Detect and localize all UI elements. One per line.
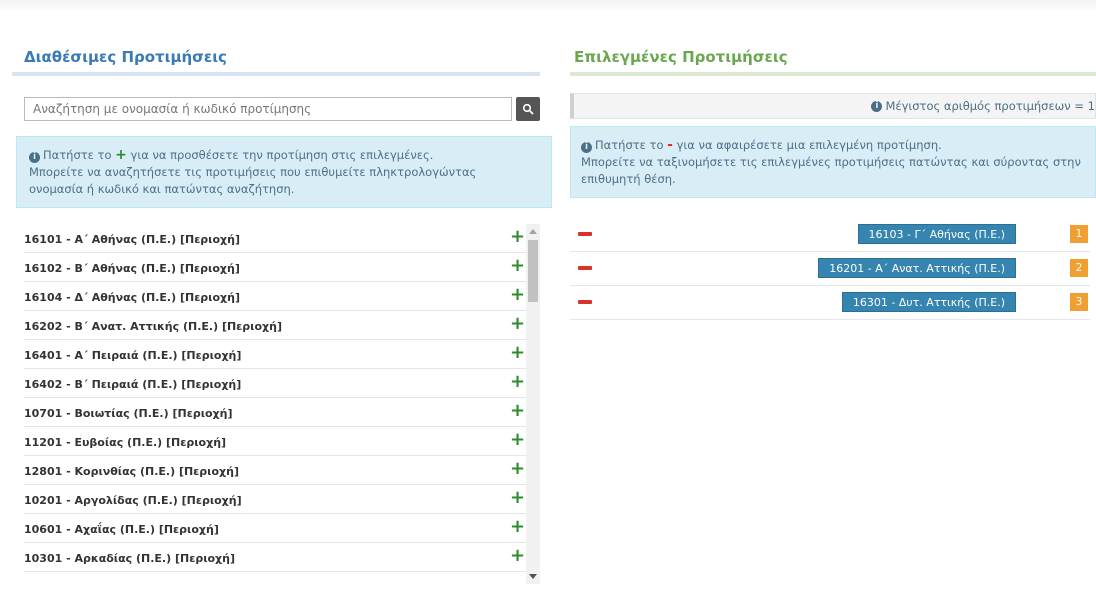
available-info-box: i Πατήστε το + για να προσθέσετε την προτ… xyxy=(16,136,552,208)
available-info-prefix: Πατήστε το xyxy=(43,148,112,162)
list-item[interactable]: 16104 - Δ΄ Αθήνας (Π.Ε.) [Περιοχή] + xyxy=(24,282,526,311)
list-item[interactable]: 11201 - Ευβοίας (Π.Ε.) [Περιοχή] + xyxy=(24,427,526,456)
add-plus-icon[interactable]: + xyxy=(510,460,525,478)
selected-title-rule xyxy=(570,72,1096,76)
selected-info-box: i Πατήστε το - για να αφαιρέσετε μια επιλ… xyxy=(570,126,1096,198)
list-item-label: 10201 - Αργολίδας (Π.Ε.) [Περιοχή] xyxy=(24,493,242,507)
selected-item-tag[interactable]: 16301 - Δυτ. Αττικής (Π.Ε.) xyxy=(841,292,1016,312)
info-icon: i xyxy=(29,152,40,163)
list-item[interactable]: 10701 - Βοιωτίας (Π.Ε.) [Περιοχή] + xyxy=(24,398,526,427)
list-item-label: 16104 - Δ΄ Αθήνας (Π.Ε.) [Περιοχή] xyxy=(24,290,240,304)
list-item-label: 16101 - Α΄ Αθήνας (Π.Ε.) [Περιοχή] xyxy=(24,232,240,246)
rank-badge: 2 xyxy=(1070,259,1088,277)
add-plus-icon[interactable]: + xyxy=(510,402,525,420)
add-plus-icon[interactable]: + xyxy=(510,431,525,449)
scroll-down-arrow-icon[interactable] xyxy=(529,574,537,579)
search-icon xyxy=(522,103,534,115)
search-input[interactable] xyxy=(24,97,512,121)
available-info-suffix: για να προσθέσετε την προτίμηση στις επι… xyxy=(130,148,434,162)
selected-info-line2: Μπορείτε να ταξινομήσετε τις επιλεγμένες… xyxy=(581,155,1081,186)
list-item-label: 10601 - Αχαΐας (Π.Ε.) [Περιοχή] xyxy=(24,522,219,536)
list-item-label: 10301 - Αρκαδίας (Π.Ε.) [Περιοχή] xyxy=(24,551,235,565)
remove-minus-icon[interactable] xyxy=(578,300,592,304)
info-icon: i xyxy=(871,100,883,112)
add-plus-icon[interactable]: + xyxy=(510,286,525,304)
selected-title: Επιλεγμένες Προτιμήσεις xyxy=(574,48,788,66)
list-item-label: 12801 - Κορινθίας (Π.Ε.) [Περιοχή] xyxy=(24,464,239,478)
selected-item[interactable]: 16201 - Α΄ Ανατ. Αττικής (Π.Ε.) 2 xyxy=(570,252,1090,286)
scroll-thumb[interactable] xyxy=(528,240,538,302)
plus-icon: + xyxy=(115,147,127,163)
add-plus-icon[interactable]: + xyxy=(510,257,525,275)
list-item-label: 11201 - Ευβοίας (Π.Ε.) [Περιοχή] xyxy=(24,435,227,449)
list-item[interactable]: 16402 - Β΄ Πειραιά (Π.Ε.) [Περιοχή] + xyxy=(24,369,526,398)
list-item[interactable]: 10301 - Αρκαδίας (Π.Ε.) [Περιοχή] + xyxy=(24,543,526,572)
list-item-label: 16401 - Α΄ Πειραιά (Π.Ε.) [Περιοχή] xyxy=(24,348,242,362)
rank-badge: 1 xyxy=(1070,225,1088,243)
available-panel: Διαθέσιμες Προτιμήσεις iΠατήστε το + για… xyxy=(12,0,552,601)
rank-badge: 3 xyxy=(1070,293,1088,311)
selected-item-tag[interactable]: 16103 - Γ΄ Αθήνας (Π.Ε.) xyxy=(857,224,1016,244)
selected-item[interactable]: 16103 - Γ΄ Αθήνας (Π.Ε.) 1 xyxy=(570,218,1090,252)
scroll-up-arrow-icon[interactable] xyxy=(529,229,537,234)
available-title: Διαθέσιμες Προτιμήσεις xyxy=(24,48,227,66)
available-scrollbar[interactable] xyxy=(526,224,540,584)
selected-panel: Επιλεγμένες Προτιμήσεις i Μέγιστος αριθμ… xyxy=(570,0,1096,601)
info-icon: i xyxy=(581,142,592,153)
search-button[interactable] xyxy=(516,97,540,121)
list-item-label: 16202 - Β΄ Ανατ. Αττικής (Π.Ε.) [Περιοχή… xyxy=(24,319,282,333)
add-plus-icon[interactable]: + xyxy=(510,344,525,362)
add-plus-icon[interactable]: + xyxy=(510,373,525,391)
list-item-label: 16102 - Β΄ Αθήνας (Π.Ε.) [Περιοχή] xyxy=(24,261,240,275)
available-title-rule xyxy=(12,72,540,76)
selected-item-tag[interactable]: 16201 - Α΄ Ανατ. Αττικής (Π.Ε.) xyxy=(818,258,1016,278)
add-plus-icon[interactable]: + xyxy=(510,228,525,246)
remove-minus-icon[interactable] xyxy=(578,266,592,270)
selected-item[interactable]: 16301 - Δυτ. Αττικής (Π.Ε.) 3 xyxy=(570,286,1090,320)
max-preferences-bar: i Μέγιστος αριθμός προτιμήσεων = 1 xyxy=(570,93,1096,119)
list-item-label: 16402 - Β΄ Πειραιά (Π.Ε.) [Περιοχή] xyxy=(24,377,242,391)
list-item[interactable]: 12801 - Κορινθίας (Π.Ε.) [Περιοχή] + xyxy=(24,456,526,485)
list-item[interactable]: 10601 - Αχαΐας (Π.Ε.) [Περιοχή] + xyxy=(24,514,526,543)
list-item[interactable]: 16101 - Α΄ Αθήνας (Π.Ε.) [Περιοχή] + xyxy=(24,224,526,253)
list-item[interactable]: 10201 - Αργολίδας (Π.Ε.) [Περιοχή] + xyxy=(24,485,526,514)
remove-minus-icon[interactable] xyxy=(578,232,592,236)
selected-info-prefix: Πατήστε το xyxy=(595,138,664,152)
selected-list[interactable]: 16103 - Γ΄ Αθήνας (Π.Ε.) 1 16201 - Α΄ Ανατ… xyxy=(570,218,1090,320)
selected-info-suffix: για να αφαιρέσετε μια επιλεγμένη προτίμη… xyxy=(676,138,942,152)
list-item-label: 10701 - Βοιωτίας (Π.Ε.) [Περιοχή] xyxy=(24,406,233,420)
available-list[interactable]: 16101 - Α΄ Αθήνας (Π.Ε.) [Περιοχή] +16102… xyxy=(24,224,526,584)
list-item[interactable]: 16401 - Α΄ Πειραιά (Π.Ε.) [Περιοχή] + xyxy=(24,340,526,369)
list-item[interactable]: 16102 - Β΄ Αθήνας (Π.Ε.) [Περιοχή] + xyxy=(24,253,526,282)
minus-icon: - xyxy=(667,137,673,153)
add-plus-icon[interactable]: + xyxy=(510,547,525,565)
add-plus-icon[interactable]: + xyxy=(510,489,525,507)
available-info-line2: Μπορείτε να αναζητήσετε τις προτιμήσεις … xyxy=(29,165,477,196)
max-preferences-text: Μέγιστος αριθμός προτιμήσεων = 1 xyxy=(885,99,1095,113)
add-plus-icon[interactable]: + xyxy=(510,518,525,536)
add-plus-icon[interactable]: + xyxy=(510,315,525,333)
list-item[interactable]: 16202 - Β΄ Ανατ. Αττικής (Π.Ε.) [Περιοχή… xyxy=(24,311,526,340)
